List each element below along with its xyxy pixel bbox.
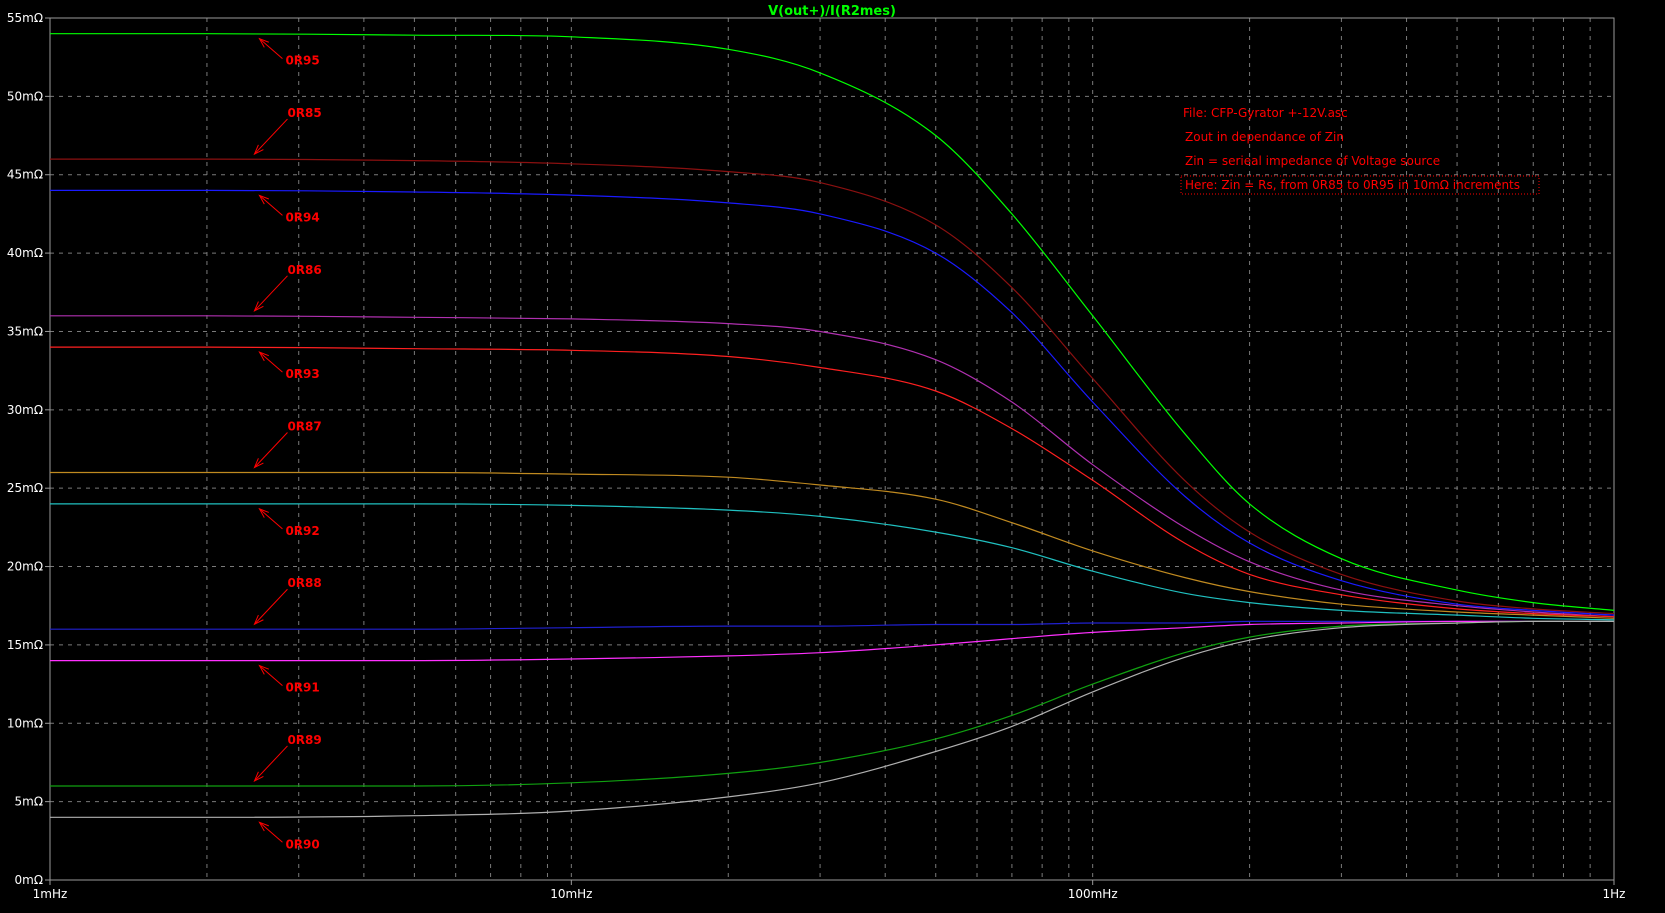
series-label-0r94: 0R94 [285, 210, 319, 224]
y-tick-label: 45mΩ [7, 168, 43, 182]
annotation-line: Zin = serieal impedance of Voltage sourc… [1185, 154, 1440, 168]
x-tick-label: 1Hz [1603, 887, 1626, 901]
y-tick-label: 0mΩ [15, 873, 44, 887]
y-tick-label: 55mΩ [7, 11, 43, 25]
series-label-0r95: 0R95 [285, 54, 319, 68]
series-label-0r87: 0R87 [287, 420, 321, 434]
y-tick-label: 40mΩ [7, 246, 43, 260]
annotation-line: Zout in dependance of Zin [1185, 130, 1344, 144]
plot-background [0, 0, 1665, 909]
x-tick-label: 10mHz [550, 887, 592, 901]
plot-window: 0mΩ 5mΩ 10mΩ 15mΩ 20mΩ 25mΩ 30mΩ 35mΩ 40mΩ 45mΩ 50… [0, 0, 1665, 909]
y-tick-label: 25mΩ [7, 481, 43, 495]
y-tick-label: 35mΩ [7, 324, 43, 338]
chart-title: V(out+)/I(R2mes) [768, 4, 896, 19]
series-label-0r88: 0R88 [287, 576, 321, 590]
y-tick-label: 50mΩ [7, 89, 43, 103]
impedance-chart: 0mΩ 5mΩ 10mΩ 15mΩ 20mΩ 25mΩ 30mΩ 35mΩ 40mΩ 45mΩ 50… [0, 0, 1665, 909]
x-tick-label: 100mHz [1068, 887, 1118, 901]
y-tick-label: 30mΩ [7, 403, 43, 417]
y-tick-label: 15mΩ [7, 638, 43, 652]
series-label-0r93: 0R93 [285, 367, 319, 381]
y-tick-label: 10mΩ [7, 716, 43, 730]
series-label-0r90: 0R90 [285, 837, 319, 851]
annotation-line: Here: Zin = Rs, from 0R85 to 0R95 in 10m… [1185, 178, 1520, 192]
annotation-line: File: CFP-Gyrator +-12V.asc [1183, 106, 1348, 120]
series-label-0r85: 0R85 [287, 106, 321, 120]
x-tick-label: 1mHz [33, 887, 68, 901]
series-label-0r89: 0R89 [287, 733, 321, 747]
series-label-0r86: 0R86 [287, 263, 321, 277]
y-tick-label: 5mΩ [15, 795, 44, 809]
y-tick-label: 20mΩ [7, 560, 43, 574]
series-label-0r92: 0R92 [285, 524, 319, 538]
series-label-0r91: 0R91 [285, 681, 319, 695]
